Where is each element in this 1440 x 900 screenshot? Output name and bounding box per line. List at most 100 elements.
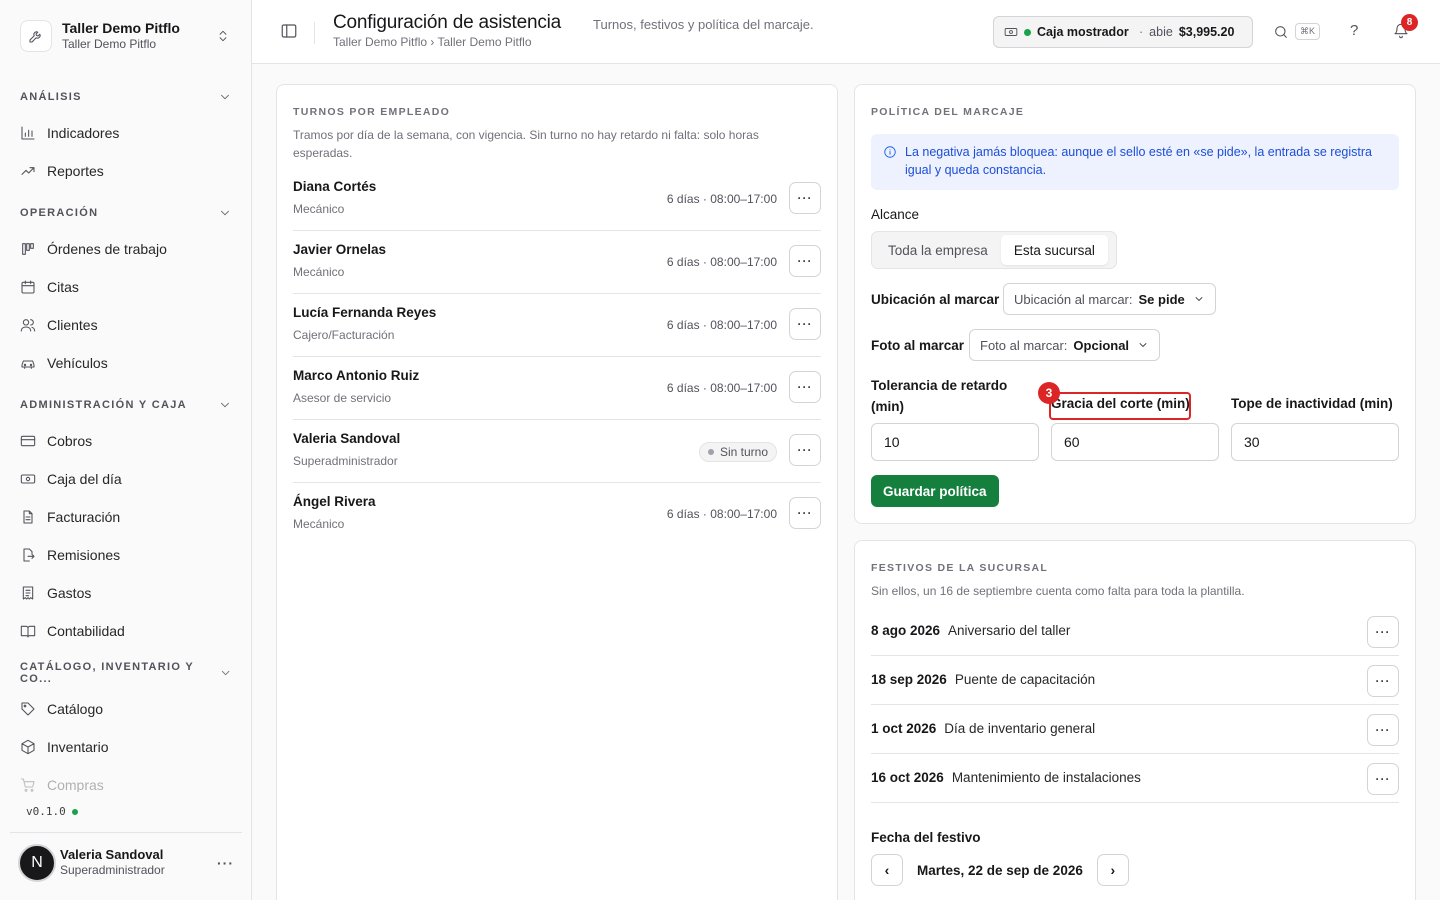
search-icon[interactable] bbox=[1273, 24, 1289, 40]
list-item[interactable]: 16 oct 2026 Mantenimiento de instalacione… bbox=[871, 754, 1399, 803]
sidebar-item-contabilidad[interactable]: Contabilidad bbox=[10, 612, 242, 650]
bar-chart-icon bbox=[21, 126, 35, 140]
row-actions-button[interactable]: ··· bbox=[789, 308, 821, 340]
photo-select[interactable]: Foto al marcar: Opcional bbox=[969, 329, 1161, 361]
workspace-switcher[interactable]: Taller Demo Pitflo Taller Demo Pitflo bbox=[10, 10, 240, 62]
location-select[interactable]: Ubicación al marcar: Se pide bbox=[1003, 283, 1216, 315]
sidebar-item-remisiones[interactable]: Remisiones bbox=[10, 536, 242, 574]
row-actions-button[interactable]: ··· bbox=[1367, 665, 1399, 697]
cash-register-button[interactable]: Caja mostrador · abie $3,995.20 bbox=[993, 16, 1253, 48]
policy-card: POLÍTICA DEL MARCAJE La negativa jamás b… bbox=[854, 84, 1416, 524]
help-icon[interactable]: ? bbox=[1350, 22, 1358, 39]
table-row[interactable]: Valeria Sandoval Superadministrador Sin … bbox=[293, 420, 821, 483]
status-badge: Sin turno bbox=[698, 442, 777, 462]
save-policy-button[interactable]: Guardar política bbox=[871, 475, 999, 507]
row-actions-button[interactable]: ··· bbox=[789, 371, 821, 403]
status-dot bbox=[1024, 28, 1031, 36]
sidebar-item-caja[interactable]: Caja del día bbox=[10, 460, 242, 498]
user-menu[interactable]: N Valeria Sandoval Superadministrador ··… bbox=[10, 832, 242, 892]
table-row[interactable]: Diana Cortés Mecánico 6 días · 08:00–17:… bbox=[293, 168, 821, 231]
sidebar-item-indicadores[interactable]: Indicadores bbox=[10, 114, 242, 152]
holiday-entry: 18 sep 2026 Puente de capacitación bbox=[871, 672, 1095, 687]
sidebar-item-citas[interactable]: Citas bbox=[10, 268, 242, 306]
row-actions-button[interactable]: ··· bbox=[789, 434, 821, 466]
table-row[interactable]: Marco Antonio Ruiz Asesor de servicio 6 … bbox=[293, 357, 821, 420]
tolerance-input[interactable]: 10 bbox=[871, 423, 1039, 461]
chevron-down-icon bbox=[221, 210, 229, 216]
file-text-icon bbox=[23, 510, 33, 524]
sidebar-nav: ANÁLISIS Indicadores Reportes OPERACIÓN … bbox=[10, 80, 242, 792]
employee-schedule: 6 días · 08:00–17:00 bbox=[666, 192, 777, 206]
table-row[interactable]: Ángel Rivera Mecánico 6 días · 08:00–17:… bbox=[293, 483, 821, 546]
sidebar-item-clientes[interactable]: Clientes bbox=[10, 306, 242, 344]
cash-register-status: abie bbox=[1149, 25, 1173, 39]
prev-date-button[interactable]: ‹ bbox=[871, 854, 903, 886]
header-divider bbox=[314, 22, 315, 44]
cash-register-amount: $3,995.20 bbox=[1178, 25, 1235, 39]
nav-section-operacion[interactable]: OPERACIÓN bbox=[10, 196, 242, 230]
holidays-title: FESTIVOS DE LA SUCURSAL bbox=[871, 562, 1049, 574]
nav-section-administracion[interactable]: ADMINISTRACIÓN Y CAJA bbox=[10, 388, 242, 422]
app-version: v0.1.0 bbox=[26, 805, 78, 818]
step-marker: 3 bbox=[1038, 382, 1060, 404]
separator: · bbox=[1139, 25, 1144, 39]
holiday-name: Puente de capacitación bbox=[954, 672, 1096, 687]
sidebar-item-catalogo[interactable]: Catálogo bbox=[10, 690, 242, 728]
sidebar-item-facturacion[interactable]: Facturación bbox=[10, 498, 242, 536]
row-actions-button[interactable]: ··· bbox=[1367, 763, 1399, 795]
sidebar-item-label: Clientes bbox=[47, 317, 98, 333]
status-dot bbox=[707, 449, 714, 455]
sidebar-item-gastos[interactable]: Gastos bbox=[10, 574, 242, 612]
employee-role: Cajero/Facturación bbox=[293, 328, 395, 342]
sidebar-item-label: Vehículos bbox=[47, 355, 108, 371]
list-item[interactable]: 8 ago 2026 Aniversario del taller ··· bbox=[871, 607, 1399, 656]
info-icon bbox=[884, 146, 896, 158]
more-horizontal-icon[interactable]: ··· bbox=[217, 855, 234, 871]
row-actions-button[interactable]: ··· bbox=[789, 497, 821, 529]
scope-toggle: Toda la empresa Esta sucursal bbox=[871, 231, 1117, 269]
breadcrumb[interactable]: Taller Demo Pitflo › Taller Demo Pitflo bbox=[333, 35, 532, 49]
sidebar-item-label: Caja del día bbox=[47, 471, 122, 487]
next-date-button[interactable]: › bbox=[1096, 854, 1129, 886]
nav-section-analisis[interactable]: ANÁLISIS bbox=[10, 80, 242, 114]
row-actions-button[interactable]: ··· bbox=[789, 182, 821, 214]
employee-role: Mecánico bbox=[293, 517, 345, 531]
shifts-title: TURNOS POR EMPLEADO bbox=[293, 106, 451, 118]
wrench-icon bbox=[20, 20, 52, 52]
list-item[interactable]: 1 oct 2026 Día de inventario general ··· bbox=[871, 705, 1399, 754]
holidays-description: Sin ellos, un 16 de septiembre cuenta co… bbox=[871, 584, 1245, 598]
shortcut-hint: ⌘K bbox=[1295, 23, 1321, 40]
policy-title: POLÍTICA DEL MARCAJE bbox=[871, 106, 1025, 118]
select-prefix: Ubicación al marcar: bbox=[1014, 291, 1133, 307]
row-actions-button[interactable]: ··· bbox=[789, 245, 821, 277]
credit-card-icon bbox=[20, 435, 36, 447]
table-row[interactable]: Javier Ornelas Mecánico 6 días · 08:00–1… bbox=[293, 231, 821, 294]
sidebar-item-ordenes[interactable]: Órdenes de trabajo bbox=[10, 230, 242, 268]
sidebar-item-label: Contabilidad bbox=[47, 623, 125, 639]
scope-option-branch[interactable]: Esta sucursal bbox=[1000, 235, 1108, 265]
holiday-entry: 16 oct 2026 Mantenimiento de instalacione… bbox=[871, 770, 1141, 785]
sidebar-item-vehiculos[interactable]: Vehículos bbox=[10, 344, 242, 382]
sidebar-item-cobros[interactable]: Cobros bbox=[10, 422, 242, 460]
sidebar-toggle-icon[interactable] bbox=[280, 22, 298, 40]
list-item[interactable]: 18 sep 2026 Puente de capacitación ··· bbox=[871, 656, 1399, 705]
sidebar-item-label: Facturación bbox=[47, 509, 121, 525]
sidebar-item-label: Indicadores bbox=[47, 125, 120, 141]
sidebar-item-compras[interactable]: Compras bbox=[10, 766, 242, 792]
scope-label: Alcance bbox=[871, 207, 920, 222]
grace-input[interactable]: 60 bbox=[1051, 423, 1219, 461]
sidebar-item-inventario[interactable]: Inventario bbox=[10, 728, 242, 766]
sidebar-item-label: Inventario bbox=[47, 739, 109, 755]
employee-name: Javier Ornelas bbox=[293, 242, 387, 257]
employee-role: Superadministrador bbox=[293, 454, 398, 468]
sidebar-item-reportes[interactable]: Reportes bbox=[10, 152, 242, 190]
book-icon bbox=[20, 625, 36, 638]
row-actions-button[interactable]: ··· bbox=[1367, 714, 1399, 746]
scope-option-company[interactable]: Toda la empresa bbox=[875, 235, 1001, 265]
inactivity-input[interactable]: 30 bbox=[1231, 423, 1399, 461]
row-actions-button[interactable]: ··· bbox=[1367, 616, 1399, 648]
status-dot bbox=[71, 808, 78, 815]
nav-section-catalogo[interactable]: CATÁLOGO, INVENTARIO Y CO... bbox=[10, 656, 242, 690]
table-row[interactable]: Lucía Fernanda Reyes Cajero/Facturación … bbox=[293, 294, 821, 357]
holiday-entry: 8 ago 2026 Aniversario del taller bbox=[871, 623, 1070, 638]
